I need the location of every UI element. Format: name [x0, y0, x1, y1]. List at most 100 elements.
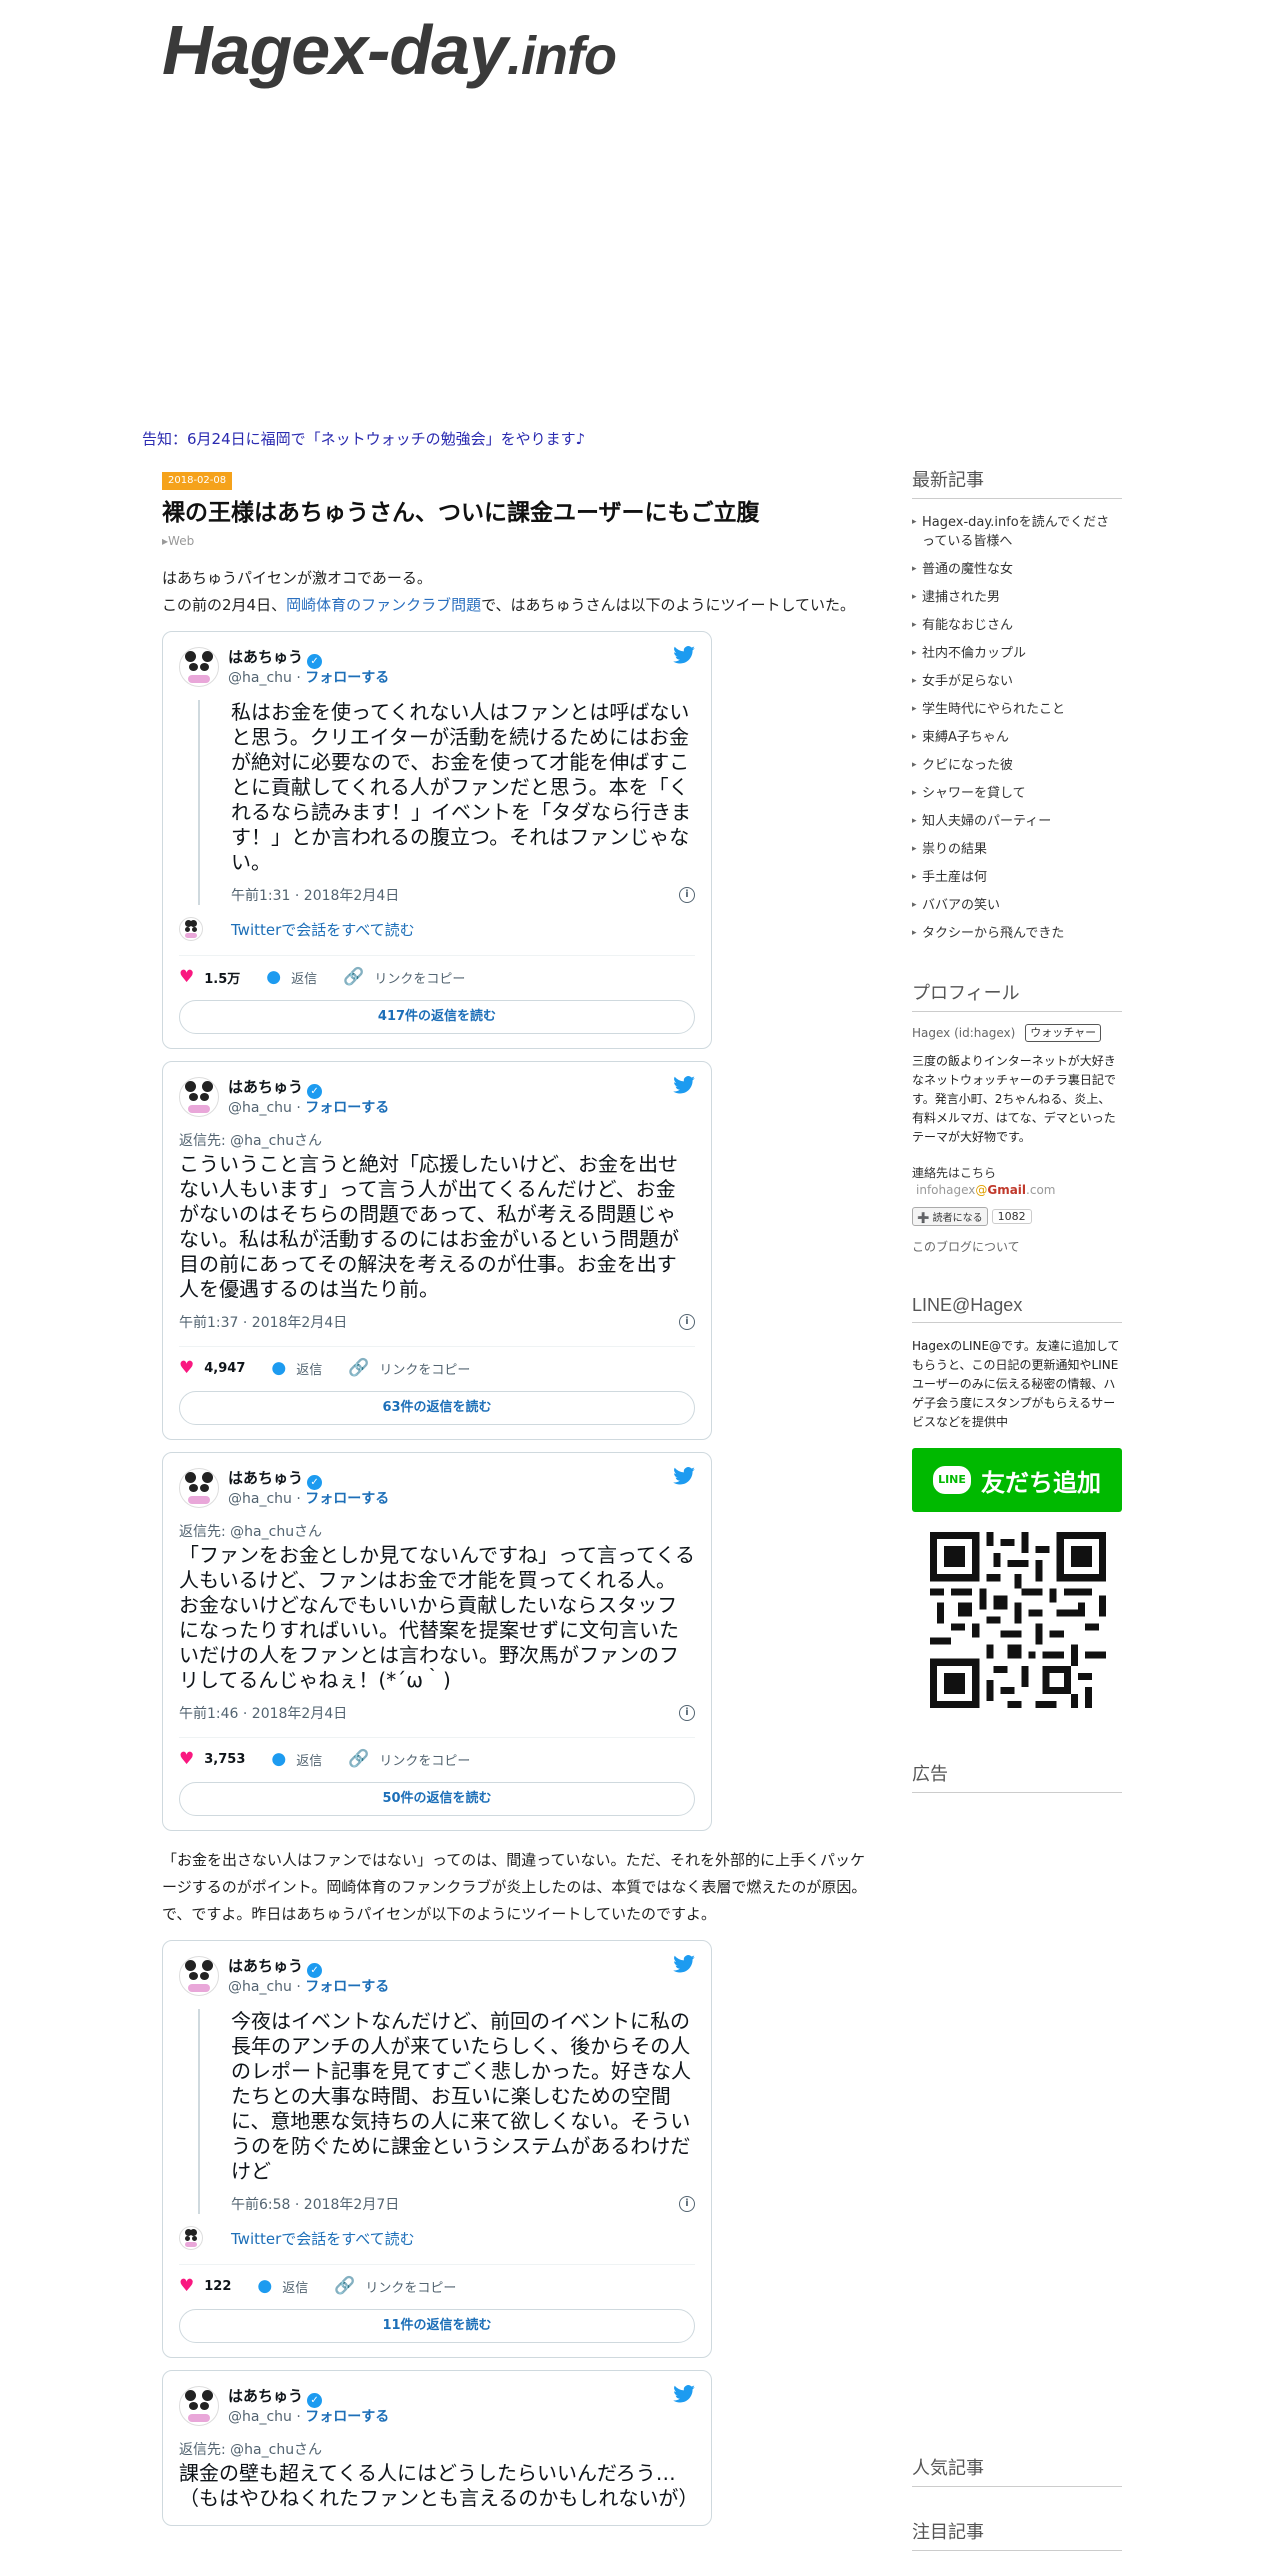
avatar[interactable] [179, 647, 219, 687]
profile-name[interactable]: Hagex (id:hagex) [912, 1026, 1015, 1040]
info-icon[interactable]: i [679, 887, 695, 903]
like-count: 1.5万 [204, 971, 241, 987]
middle-paragraph: 「お金を出さない人はファンではない」ってのは、間違っていない。ただ、それを外部的… [162, 1847, 874, 1928]
blog-title[interactable]: Hagex-day.info [162, 10, 617, 90]
avatar[interactable] [179, 1956, 219, 1996]
recent-article-link[interactable]: Hagex-day.infoを読んでくださっている皆様へ [912, 513, 1122, 551]
recent-article-link[interactable]: 束縛A子ちゃん [912, 728, 1122, 747]
follow-link[interactable]: フォローする [305, 670, 389, 686]
reply-label: 返信 [296, 1753, 323, 1769]
reply-button[interactable]: ● 返信 [266, 968, 317, 987]
copy-link-button[interactable]: 🔗 リンクをコピー [343, 968, 465, 987]
tweet-handle: @ha_chu · [228, 1490, 306, 1507]
about-blog-link[interactable]: このブログについて [912, 1238, 1122, 1255]
heart-icon: ♥ [179, 966, 195, 987]
info-icon[interactable]: i [679, 1705, 695, 1721]
verified-icon: ✓ [307, 1083, 323, 1099]
reply-label: 返信 [282, 2280, 309, 2296]
link-icon: 🔗 [348, 1357, 370, 1378]
line-heading: LINE@Hagex [912, 1295, 1122, 1323]
recent-article-link[interactable]: 学生時代にやられたこと [912, 700, 1122, 719]
recent-article-link[interactable]: 逮捕された男 [912, 588, 1122, 607]
recent-article-link[interactable]: ババアの笑い [912, 896, 1122, 915]
tweet-timestamp[interactable]: 午前1:31 · 2018年2月4日 [231, 885, 399, 905]
like-button[interactable]: ♥ 122 [179, 2277, 232, 2295]
like-button[interactable]: ♥ 3,753 [179, 1750, 245, 1768]
twitter-bird-icon[interactable] [673, 646, 695, 664]
contact-email: infohagex@Gmail.com [912, 1182, 1122, 1199]
tweet-text: 私はお金を使ってくれない人はファンとは呼ばないと思う。クリエイターが活動を続ける… [231, 700, 691, 874]
like-count: 122 [204, 2278, 232, 2294]
avatar[interactable] [179, 2386, 219, 2426]
recent-article-link[interactable]: クビになった彼 [912, 756, 1122, 775]
read-replies-button[interactable]: 417件の返信を読む [179, 1000, 695, 1034]
tweet-timestamp[interactable]: 午前6:58 · 2018年2月7日 [231, 2194, 399, 2214]
copy-link-button[interactable]: 🔗 リンクをコピー [334, 2277, 456, 2296]
avatar[interactable] [179, 1468, 219, 1508]
recent-article-link[interactable]: タクシーから飛んできた [912, 924, 1122, 943]
info-icon[interactable]: i [679, 2196, 695, 2212]
copy-link-button[interactable]: 🔗 リンクをコピー [348, 1359, 470, 1378]
article: 2018-02-08 裸の王様はあちゅうさん、ついに課金ユーザーにもご立腹 ▸W… [162, 468, 874, 2526]
profile-description: 三度の飯よりインターネットが大好きなネットウォッチャーのチラ裏日記です。発言小町… [912, 1054, 1116, 1144]
tweet-timestamp[interactable]: 午前1:37 · 2018年2月4日 [179, 1312, 347, 1332]
recent-article-link[interactable]: 女手が足らない [912, 672, 1122, 691]
like-button[interactable]: ♥ 4,947 [179, 1359, 245, 1377]
follow-link[interactable]: フォローする [305, 1979, 389, 1995]
intro-paragraph: はあちゅうパイセンが激オコであーる。 この前の2月4日、岡崎体育のファンクラブ問… [162, 565, 874, 619]
line-add-friend-button[interactable]: LINE 友だち追加 [912, 1448, 1122, 1512]
fanclub-issue-link[interactable]: 岡崎体育のファンクラブ問題 [286, 596, 481, 614]
reply-to-label: 返信先: @ha_chuさん [179, 1133, 323, 1149]
line-description: HagexのLINE@です。友達に追加してもらうと、この日記の更新通知やLINE… [912, 1339, 1120, 1429]
read-conversation-link[interactable]: Twitterで会話をすべて読む [231, 2228, 415, 2249]
read-replies-button[interactable]: 63件の返信を読む [179, 1391, 695, 1425]
ad-heading: 広告 [912, 1760, 1122, 1793]
category-link[interactable]: ▸Web [162, 534, 194, 548]
verified-icon: ✓ [307, 2392, 323, 2408]
copy-link-button[interactable]: 🔗 リンクをコピー [348, 1750, 470, 1769]
like-button[interactable]: ♥ 1.5万 [179, 968, 240, 987]
watcher-badge: ウォッチャー [1025, 1024, 1102, 1042]
tweet-timestamp[interactable]: 午前1:46 · 2018年2月4日 [179, 1703, 347, 1723]
recent-article-link[interactable]: シャワーを貸して [912, 784, 1122, 803]
twitter-bird-icon[interactable] [673, 1955, 695, 1973]
event-notice-link[interactable]: 告知：6月24日に福岡で「ネットウォッチの勉強会」をやります♪ [142, 428, 585, 449]
tweet-text: 今夜はイベントなんだけど、前回のイベントに私の長年のアンチの人が来ていたらしく、… [231, 2009, 691, 2183]
recent-article-link[interactable]: 知人夫婦のパーティー [912, 812, 1122, 831]
avatar-small [179, 2226, 203, 2250]
recent-article-link[interactable]: 手土産は何 [912, 868, 1122, 887]
reply-button[interactable]: ● 返信 [271, 1750, 322, 1769]
reply-button[interactable]: ● 返信 [257, 2277, 308, 2296]
tweet-author-name[interactable]: はあちゅう [228, 648, 303, 666]
read-conversation-link[interactable]: Twitterで会話をすべて読む [231, 919, 415, 940]
twitter-bird-icon[interactable] [673, 1076, 695, 1094]
reply-button[interactable]: ● 返信 [271, 1359, 322, 1378]
avatar[interactable] [179, 1077, 219, 1117]
reply-to-label: 返信先: @ha_chuさん [179, 1524, 323, 1540]
tweet-author-name[interactable]: はあちゅう [228, 2387, 303, 2405]
intro-line-2: この前の2月4日、岡崎体育のファンクラブ問題で、はあちゅうさんは以下のようにツイ… [162, 592, 874, 619]
tweet-author-name[interactable]: はあちゅう [228, 1469, 303, 1487]
recent-article-link[interactable]: 祟りの結果 [912, 840, 1122, 859]
read-replies-button[interactable]: 11件の返信を読む [179, 2309, 695, 2343]
link-icon: 🔗 [343, 966, 365, 987]
tweet-author-name[interactable]: はあちゅう [228, 1078, 303, 1096]
article-title[interactable]: 裸の王様はあちゅうさん、ついに課金ユーザーにもご立腹 [162, 496, 874, 530]
recent-article-link[interactable]: 有能なおじさん [912, 616, 1122, 635]
reply-to-label: 返信先: @ha_chuさん [179, 2442, 323, 2458]
recent-article-link[interactable]: 普通の魔性な女 [912, 560, 1122, 579]
twitter-bird-icon[interactable] [673, 2385, 695, 2403]
recent-articles-heading: 最新記事 [912, 466, 1122, 499]
read-replies-button[interactable]: 50件の返信を読む [179, 1782, 695, 1816]
divider [179, 1737, 695, 1738]
recent-article-link[interactable]: 社内不倫カップル [912, 644, 1122, 663]
subscribe-button[interactable]: ➕ 読者になる [912, 1207, 988, 1226]
twitter-bird-icon[interactable] [673, 1467, 695, 1485]
divider [179, 1346, 695, 1347]
info-icon[interactable]: i [679, 1314, 695, 1330]
follow-link[interactable]: フォローする [305, 2409, 389, 2425]
follow-link[interactable]: フォローする [305, 1491, 389, 1507]
tweet-handle: @ha_chu · [228, 1978, 306, 1995]
tweet-author-name[interactable]: はあちゅう [228, 1957, 303, 1975]
follow-link[interactable]: フォローする [305, 1100, 389, 1116]
